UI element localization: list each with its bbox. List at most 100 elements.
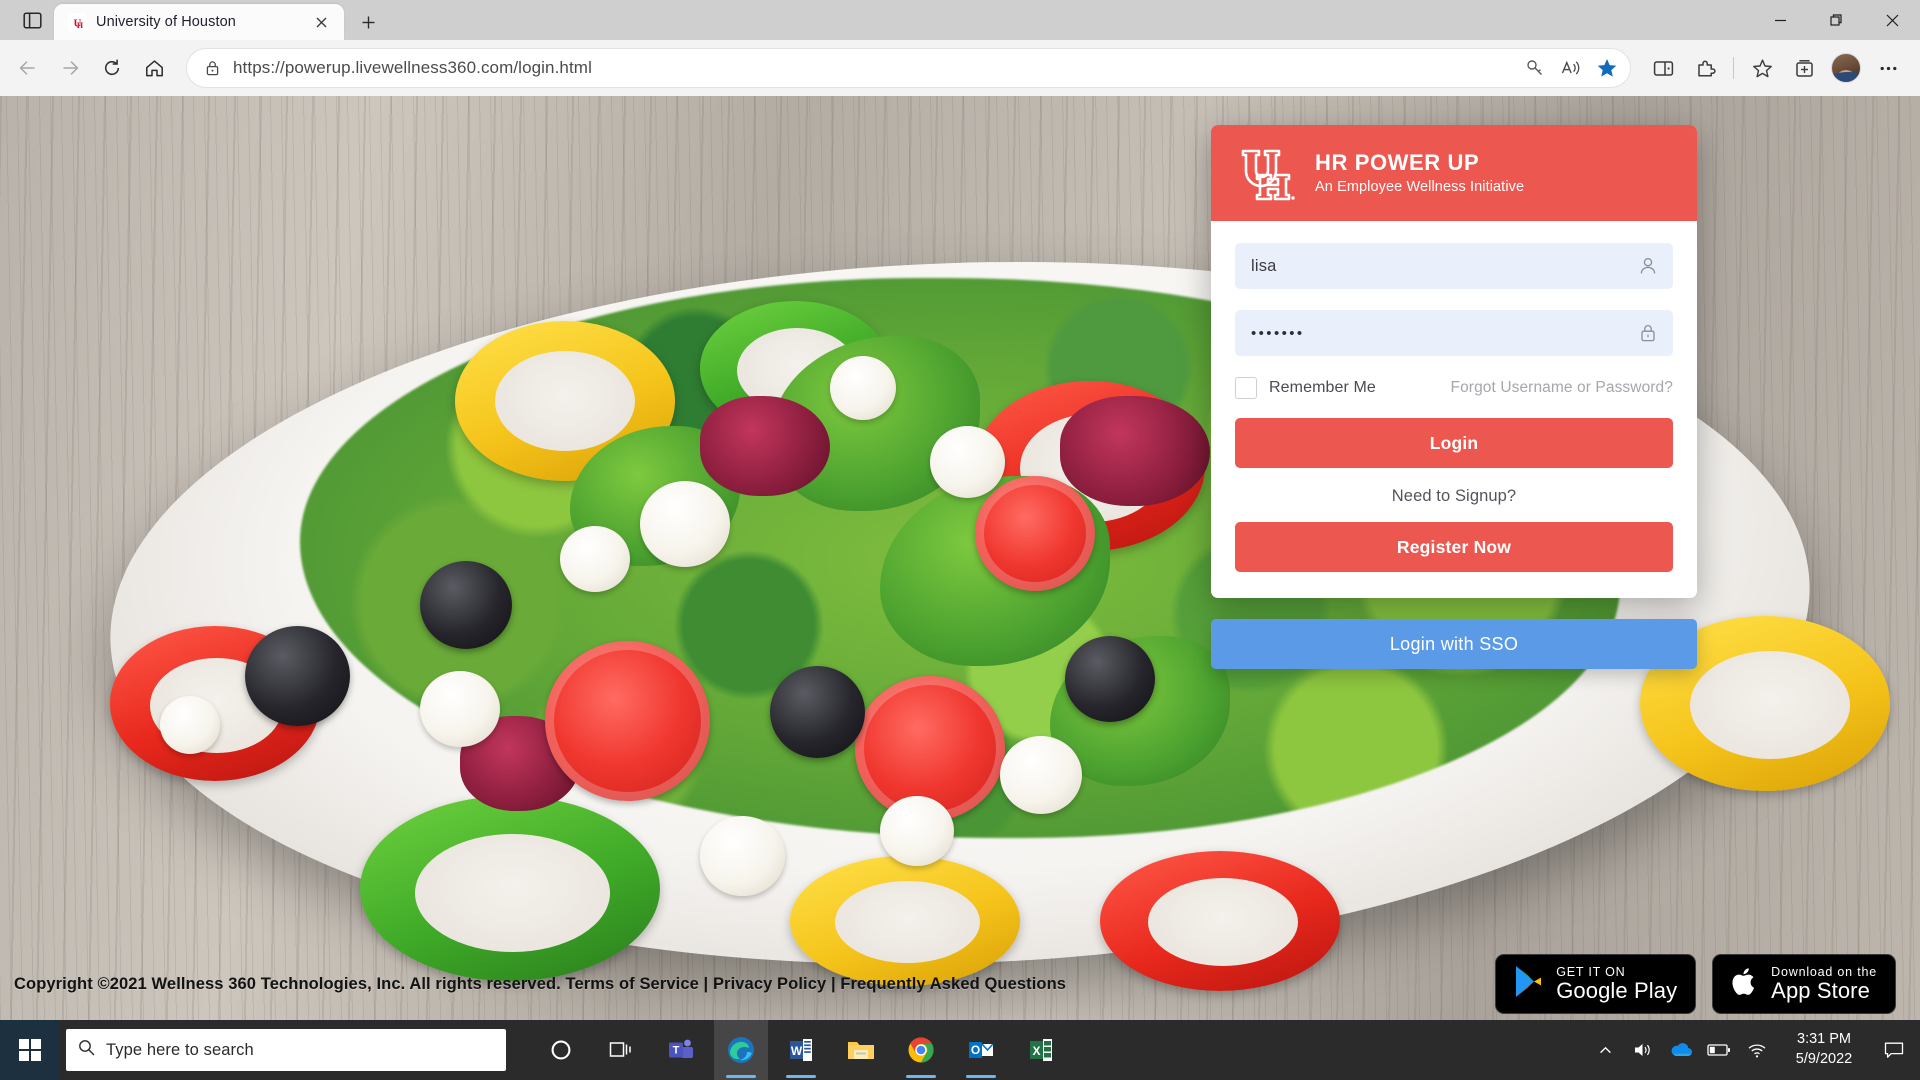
toolbar-divider	[1733, 57, 1734, 79]
clock-time: 3:31 PM	[1797, 1031, 1851, 1048]
google-play-big: Google Play	[1556, 978, 1678, 1004]
system-tray: 3:31 PM 5/9/2022	[1586, 1020, 1920, 1080]
pepper-ring-hole	[495, 351, 635, 451]
address-bar-actions	[1518, 51, 1624, 85]
taskbar-app-google-chrome[interactable]	[894, 1020, 948, 1080]
lock-icon[interactable]	[201, 57, 223, 79]
mozzarella-ball	[640, 481, 730, 567]
app-store-badge[interactable]: Download on the App Store	[1712, 954, 1896, 1014]
svg-text:X: X	[1032, 1044, 1040, 1058]
forgot-password-link[interactable]: Forgot Username or Password?	[1451, 379, 1673, 397]
radicchio-leaf	[1060, 396, 1210, 506]
favorites-star-icon[interactable]	[1742, 48, 1782, 88]
browser-toolbar: https://powerup.livewellness360.com/logi…	[0, 40, 1920, 96]
avatar[interactable]	[1826, 48, 1866, 88]
pepper-ring-hole	[1690, 651, 1850, 759]
remember-me-checkbox[interactable]	[1235, 377, 1257, 399]
register-button[interactable]: Register Now	[1235, 522, 1673, 572]
extensions-icon[interactable]	[1685, 48, 1725, 88]
taskbar-app-microsoft-word[interactable]: W	[774, 1020, 828, 1080]
task-view-icon[interactable]	[594, 1020, 648, 1080]
new-tab-button[interactable]	[350, 4, 386, 40]
taskbar-app-file-explorer[interactable]	[834, 1020, 888, 1080]
username-value: lisa	[1251, 256, 1277, 275]
key-icon[interactable]	[1518, 51, 1552, 85]
taskbar-app-microsoft-outlook[interactable]: O	[954, 1020, 1008, 1080]
black-olive	[420, 561, 512, 649]
radicchio-leaf	[700, 396, 830, 496]
search-placeholder: Type here to search	[106, 1040, 254, 1059]
brand-subtitle: An Employee Wellness Initiative	[1315, 178, 1525, 195]
tomato-slice	[545, 641, 710, 801]
star-filled-icon[interactable]	[1590, 51, 1624, 85]
battery-icon[interactable]	[1700, 1020, 1738, 1080]
login-button[interactable]: Login	[1235, 418, 1673, 468]
address-bar[interactable]: https://powerup.livewellness360.com/logi…	[186, 48, 1631, 88]
mozzarella-ball	[420, 671, 500, 747]
pepper-ring-hole	[415, 834, 610, 952]
search-input[interactable]: Type here to search	[66, 1029, 506, 1071]
black-olive	[245, 626, 350, 726]
taskbar-app-microsoft-excel[interactable]: X	[1014, 1020, 1068, 1080]
browser-tab[interactable]: U H University of Houston	[54, 4, 344, 40]
volume-icon[interactable]	[1624, 1020, 1662, 1080]
clock-date: 5/9/2022	[1795, 1051, 1853, 1067]
brand-title: HR POWER UP	[1315, 150, 1480, 176]
tab-title: University of Houston	[96, 14, 236, 30]
password-field[interactable]: •••••••	[1235, 310, 1673, 356]
apple-icon	[1731, 965, 1759, 1003]
login-panel: HR POWER UP An Employee Wellness Initiat…	[1211, 125, 1697, 669]
svg-text:W: W	[791, 1044, 803, 1058]
tomato-slice	[975, 476, 1095, 591]
close-button[interactable]	[1864, 0, 1920, 40]
cortana-icon[interactable]	[534, 1020, 588, 1080]
collections-icon[interactable]	[1784, 48, 1824, 88]
black-olive	[1065, 636, 1155, 722]
mozzarella-ball	[700, 816, 785, 896]
taskbar-clock[interactable]: 3:31 PM 5/9/2022	[1776, 1030, 1872, 1069]
login-card-body: lisa ••••••• Remember Me Forgot Username…	[1211, 221, 1697, 598]
uh-favicon-icon: U H	[68, 13, 86, 31]
options-row: Remember Me Forgot Username or Password?	[1235, 377, 1673, 399]
ellipsis-icon[interactable]	[1868, 48, 1908, 88]
close-icon[interactable]	[308, 9, 334, 35]
app-store-text: Download on the App Store	[1771, 965, 1877, 1002]
login-card-header: HR POWER UP An Employee Wellness Initiat…	[1211, 125, 1697, 221]
copyright-text[interactable]: Copyright ©2021 Wellness 360 Technologie…	[14, 975, 1066, 994]
arrow-back-icon[interactable]	[8, 48, 48, 88]
password-value: •••••••	[1251, 324, 1305, 342]
user-icon	[1637, 255, 1659, 277]
taskbar-app-microsoft-teams[interactable]: T	[654, 1020, 708, 1080]
uh-interlocking-logo	[1237, 143, 1297, 203]
home-icon[interactable]	[134, 48, 174, 88]
taskbar-app-microsoft-edge[interactable]	[714, 1020, 768, 1080]
google-play-text: GET IT ON Google Play	[1556, 965, 1678, 1004]
chevron-up-icon[interactable]	[1586, 1020, 1624, 1080]
page-footer: Copyright ©2021 Wellness 360 Technologie…	[0, 948, 1920, 1020]
onedrive-icon[interactable]	[1662, 1020, 1700, 1080]
svg-text:O: O	[971, 1043, 980, 1057]
minimize-button[interactable]	[1752, 0, 1808, 40]
tab-overview-icon[interactable]	[10, 0, 54, 40]
login-card: HR POWER UP An Employee Wellness Initiat…	[1211, 125, 1697, 598]
search-icon	[78, 1039, 95, 1061]
wifi-icon[interactable]	[1738, 1020, 1776, 1080]
notification-icon[interactable]	[1872, 1020, 1916, 1080]
username-field[interactable]: lisa	[1235, 243, 1673, 289]
lock-icon	[1637, 322, 1659, 344]
google-play-badge[interactable]: GET IT ON Google Play	[1495, 954, 1697, 1014]
mozzarella-ball	[160, 696, 220, 754]
sso-login-button[interactable]: Login with SSO	[1211, 619, 1697, 669]
arrow-forward-icon[interactable]	[50, 48, 90, 88]
read-aloud-icon[interactable]	[1554, 51, 1588, 85]
restore-button[interactable]	[1808, 0, 1864, 40]
mozzarella-ball	[560, 526, 630, 592]
browser-window: U H University of Houston https://poweru…	[0, 0, 1920, 1020]
address-bar-url: https://powerup.livewellness360.com/logi…	[233, 58, 592, 77]
mozzarella-ball	[1000, 736, 1082, 814]
mozzarella-ball	[930, 426, 1005, 498]
refresh-icon[interactable]	[92, 48, 132, 88]
split-screen-icon[interactable]	[1643, 48, 1683, 88]
windows-start-icon[interactable]	[0, 1020, 60, 1080]
brand-block: HR POWER UP An Employee Wellness Initiat…	[1315, 150, 1525, 195]
